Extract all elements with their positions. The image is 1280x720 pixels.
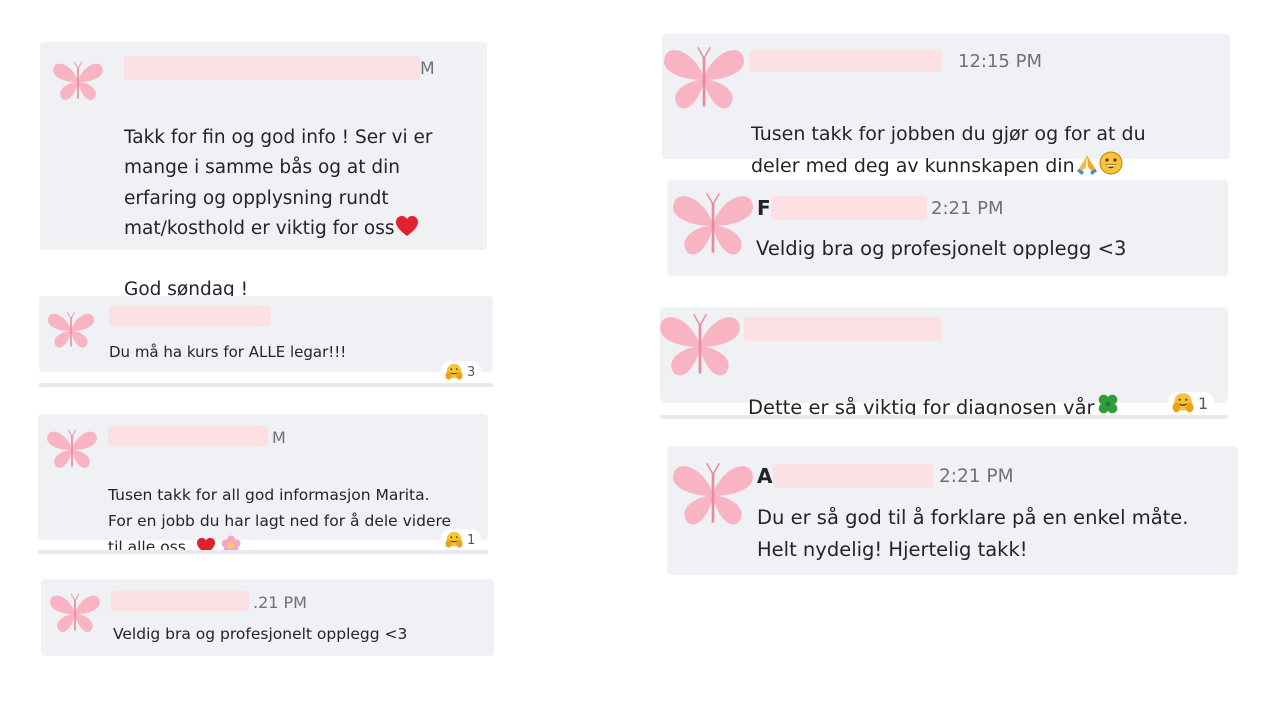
butterfly-avatar-icon[interactable] [656, 42, 752, 114]
comment-text: Dette er så viktig for diagnosen vår [748, 361, 1121, 423]
butterfly-avatar-icon[interactable] [665, 188, 761, 260]
divider [39, 383, 493, 387]
butterfly-avatar-icon[interactable] [44, 426, 100, 472]
reaction-badge[interactable]: 1 [441, 529, 482, 551]
hug-emoji-icon [445, 363, 463, 380]
comment-card: F 2:21 PM Veldig bra og profesjonelt opp… [667, 180, 1228, 276]
divider [38, 550, 488, 554]
heart-emoji-icon [395, 215, 419, 237]
clover-emoji-icon [1095, 391, 1121, 417]
hug-emoji-icon [445, 531, 463, 548]
redacted-author-name [109, 306, 271, 326]
redacted-author-name [750, 50, 942, 72]
redacted-author-name [111, 591, 249, 611]
comment-timestamp: 12:15 PM [958, 51, 1042, 72]
divider [660, 415, 1228, 419]
butterfly-avatar-icon[interactable] [50, 54, 106, 108]
comment-text: Du må ha kurs for ALLE legar!!! [109, 343, 347, 361]
comment-author-initial: F [757, 196, 771, 220]
reaction-count: 1 [467, 532, 476, 548]
comment-card: Du må ha kurs for ALLE legar!!! [39, 296, 493, 372]
comment-text: Tusen takk for all god informasjon Marit… [108, 456, 483, 560]
comment-timestamp: 2:21 PM [939, 466, 1014, 487]
comment-text: Veldig bra og profesjonelt opplegg <3 [113, 625, 408, 643]
hug-emoji-icon [1172, 393, 1194, 413]
butterfly-avatar-icon[interactable] [45, 308, 97, 352]
butterfly-avatar-icon[interactable] [47, 589, 103, 637]
butterfly-avatar-icon[interactable] [665, 458, 761, 530]
comment-card: A 2:21 PM Du er så god til å forklare på… [667, 446, 1238, 575]
reaction-count: 3 [467, 364, 476, 380]
redacted-author-name [108, 426, 268, 446]
comment-text-body: Tusen takk for all god informasjon Marit… [108, 486, 452, 556]
comment-timestamp: M [272, 428, 286, 447]
comment-text: Du er så god til å forklare på en enkel … [757, 506, 1189, 561]
grin-emoji-icon [1099, 151, 1123, 175]
comment-card: .21 PM Veldig bra og profesjonelt oppleg… [41, 579, 494, 656]
comment-author-initial: A [757, 464, 773, 488]
reaction-badge[interactable]: 3 [441, 361, 482, 383]
redacted-author-name [773, 464, 933, 488]
comment-text-body: Takk for fin og god info ! Ser vi er man… [124, 126, 433, 240]
comment-timestamp: M [420, 59, 435, 79]
pray-emoji-icon [1075, 153, 1099, 175]
comment-card: 12:15 PM Tusen takk for jobben du gjør o… [662, 34, 1230, 177]
reaction-badge[interactable]: 1 [1168, 392, 1215, 414]
comment-timestamp: 2:21 PM [931, 198, 1004, 219]
comment-text: Veldig bra og profesjonelt opplegg <3 [756, 237, 1127, 260]
redacted-author-name [124, 56, 420, 80]
comment-text: Tusen takk for jobben du gjør og for at … [751, 86, 1221, 182]
comment-card: M Tusen takk for all god informasjon Mar… [38, 414, 488, 556]
comment-text: Takk for fin og god info ! Ser vi er man… [124, 92, 484, 306]
comment-card: M Takk for fin og god info ! Ser vi er m… [40, 42, 487, 300]
comment-timestamp: .21 PM [253, 593, 307, 612]
reaction-count: 1 [1198, 393, 1209, 413]
redacted-author-name [771, 196, 927, 220]
comment-card: Dette er så viktig for diagnosen vår [660, 307, 1228, 419]
butterfly-avatar-icon[interactable] [652, 309, 748, 381]
redacted-author-name [744, 317, 942, 341]
